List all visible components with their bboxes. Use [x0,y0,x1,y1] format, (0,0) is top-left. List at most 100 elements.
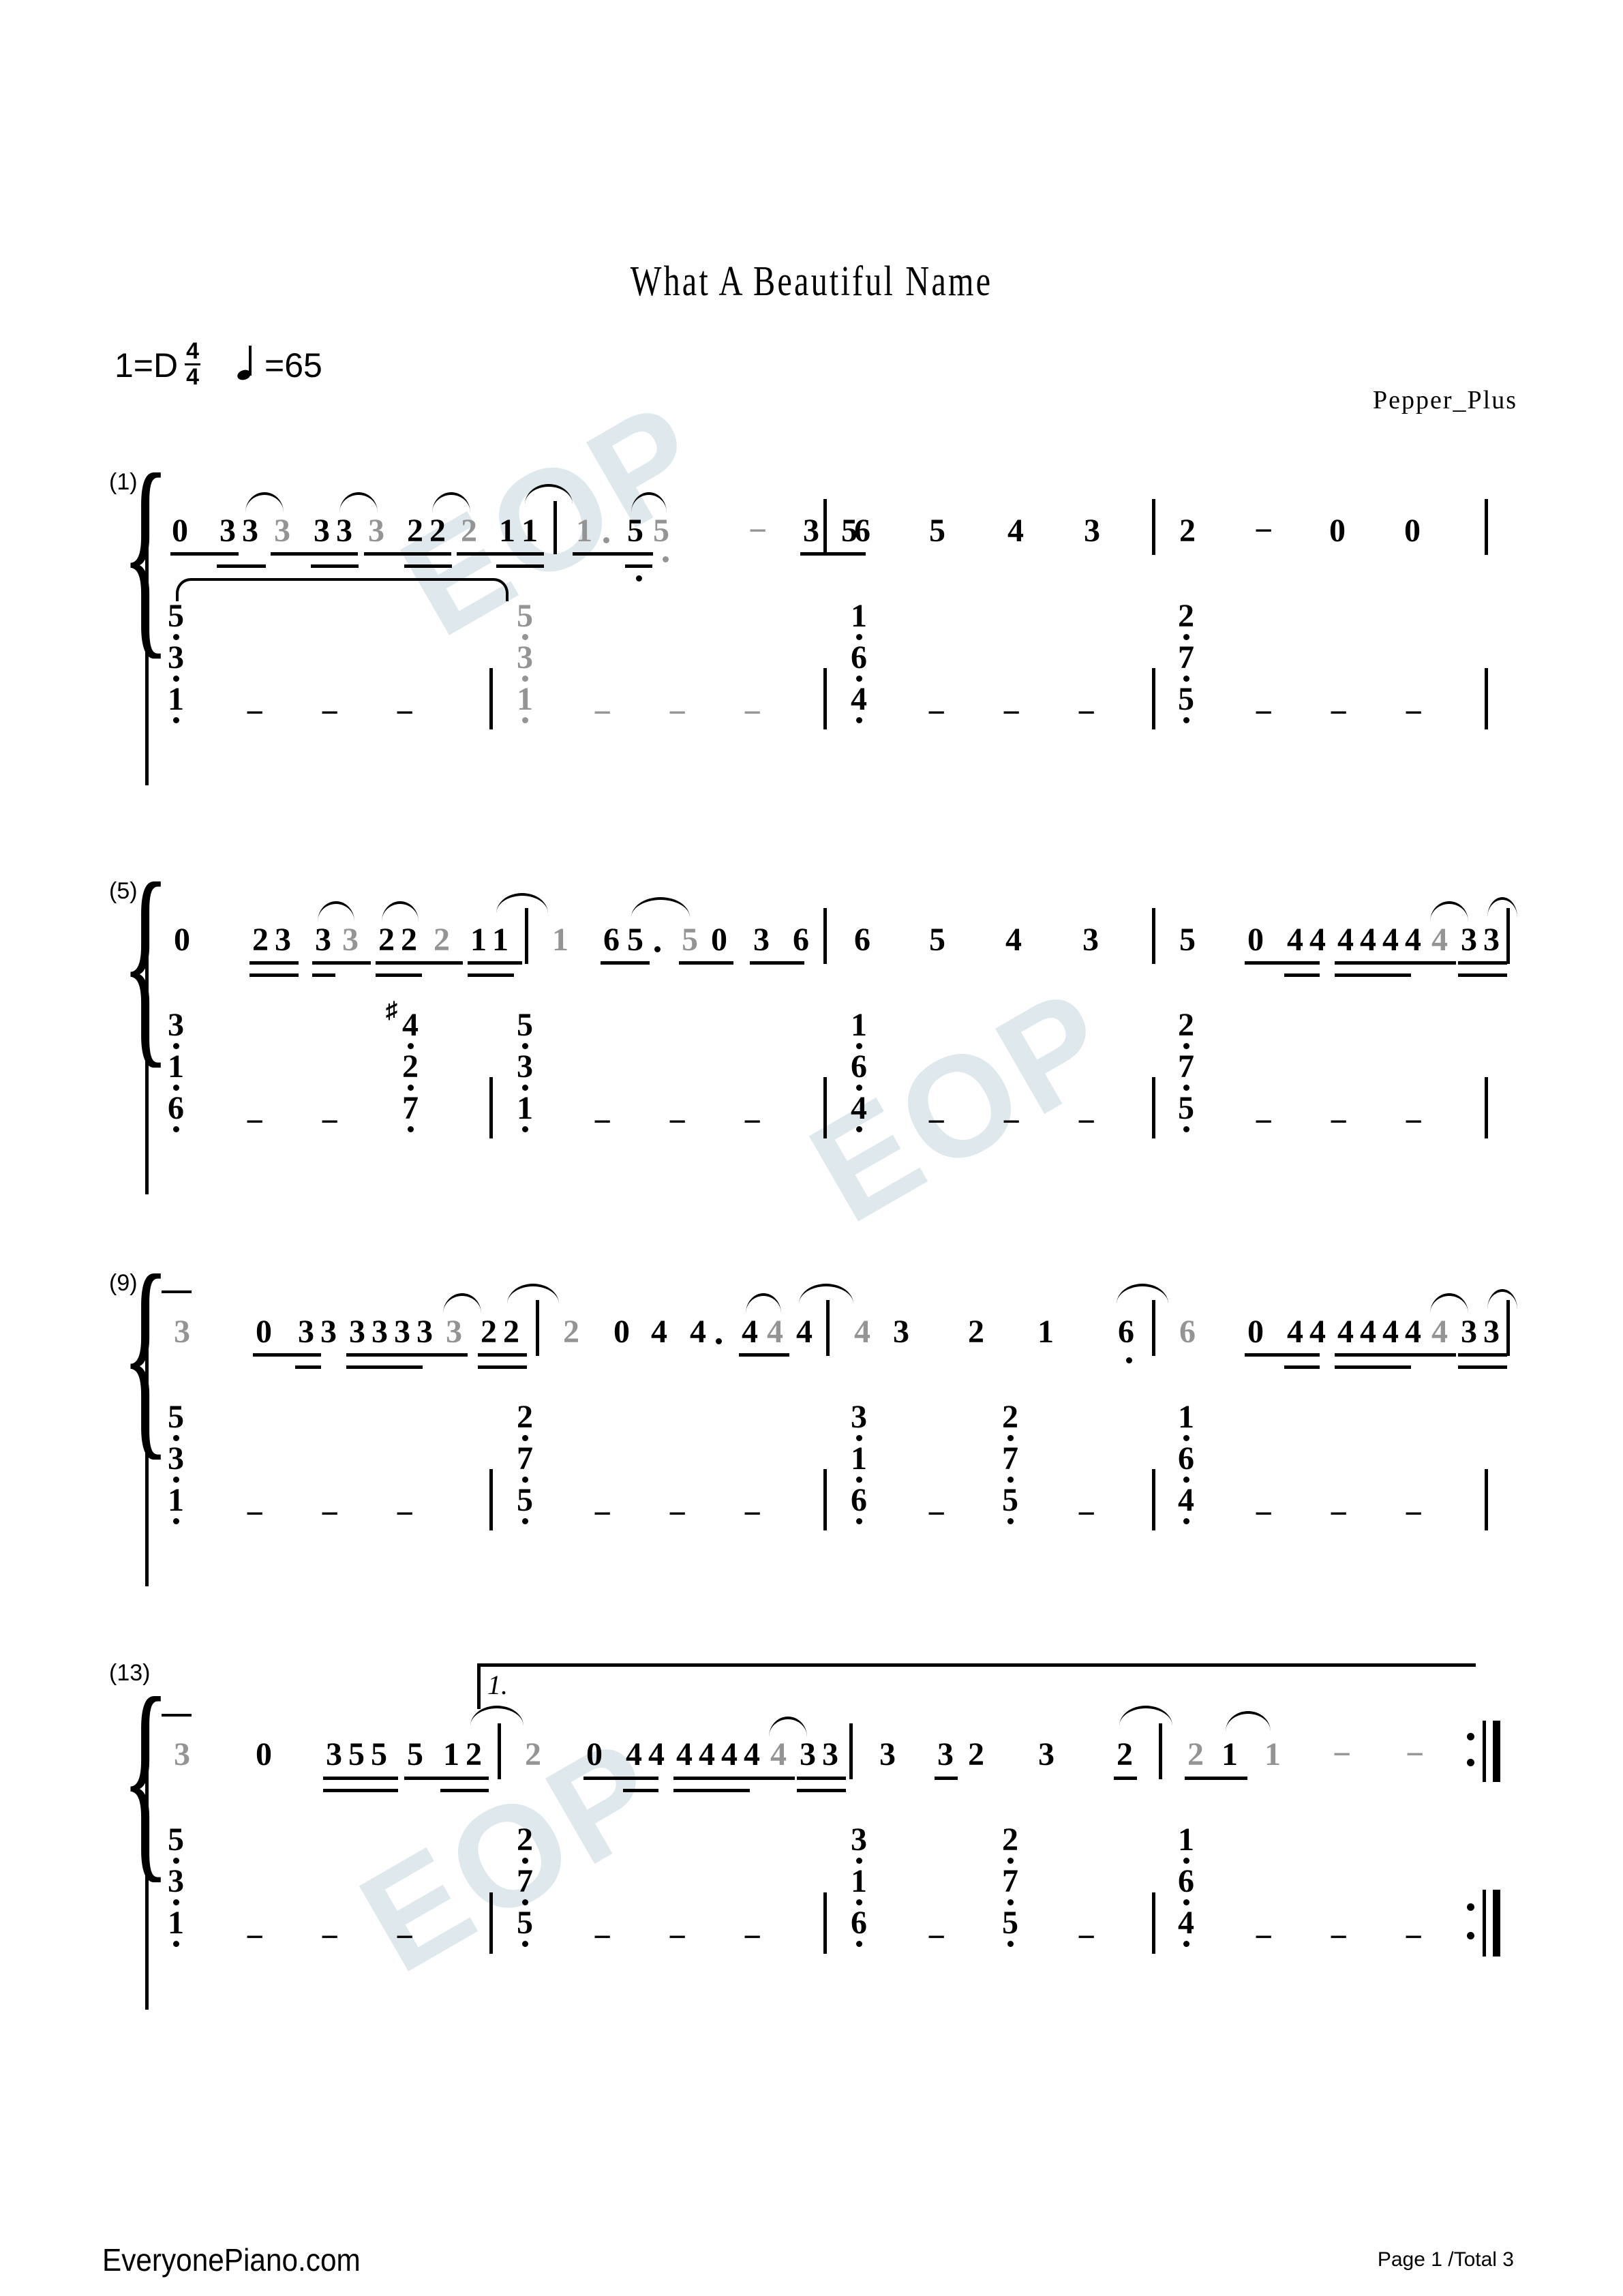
duration-dash: − [245,1496,264,1532]
beam [376,973,422,977]
note: − [748,513,768,549]
system-start-barline [145,1300,149,1586]
note: 4 [770,1736,787,1772]
duration-dash: − [593,1496,612,1532]
chord-note: 6 [851,639,867,676]
duration-dash: − [245,1104,264,1140]
note: 2 [1117,1736,1133,1772]
beam [346,1365,423,1369]
chord-note: 2 [517,1822,533,1858]
chord-stack: 2 7 5 [517,1824,533,1947]
chord-note: 1 [168,1048,184,1085]
key-signature: 1=D [115,346,179,385]
beam [468,961,522,965]
note: 6 [1179,1314,1196,1350]
note: 3 [1082,922,1099,958]
chord-note: 1 [1178,1822,1194,1858]
music-system-1: (1) { 0 3 3 3 3 3 3 2 2 2 1 1 1 5 5 − 3 … [0,441,1623,818]
note: 3 [242,513,258,549]
barline [1485,1077,1488,1138]
note: 3 [342,922,359,958]
note: 3 [937,1736,954,1772]
time-signature: 4 4 [185,339,201,389]
note: 0 [711,922,727,958]
duration-dash: − [1254,1104,1273,1140]
chord-note: 1 [851,1440,867,1477]
duration-dash: − [1329,695,1348,731]
duration-dash: − [743,1496,762,1532]
chord-note: 6 [168,1090,184,1126]
chord-note: 5 [1178,681,1194,717]
note: 1 [1264,1736,1281,1772]
note: 1 [1037,1314,1054,1350]
barline [823,1077,827,1138]
beam [311,564,359,568]
composer-credit: Pepper_Plus [1373,386,1517,414]
note: 4 [1431,922,1448,958]
note: 4 [626,1736,642,1772]
tempo-marking: =65 [264,346,322,385]
octave-dot-low [636,575,642,581]
duration-dash: − [668,1496,687,1532]
note: 2 [968,1736,984,1772]
note: 4 [676,1736,693,1772]
note: 3 [314,513,330,549]
chord-note: 2 [517,1399,533,1435]
octave-dot-low [663,556,669,562]
octave-dot-low [522,717,528,723]
beam [679,961,733,965]
duration-dash: − [927,1104,946,1140]
slur [525,484,573,504]
note: 2 [563,1314,579,1350]
chord-note: 5 [168,1399,184,1435]
beam [323,1777,398,1780]
chord-stack: 3 1 6 [851,1401,867,1524]
beam [797,1777,846,1780]
beam [1245,1353,1320,1357]
note: − [1333,1736,1352,1772]
beam [364,552,451,556]
beam [217,564,266,568]
chord-stack: ♯ 4 2 7 [386,999,419,1132]
duration-dash: − [743,695,762,731]
note: 4 [699,1736,715,1772]
duration-dash: − [743,1919,762,1955]
barline [489,1077,493,1138]
octave-dot-low [1183,717,1189,723]
octave-dot-low [856,1941,862,1947]
beam [440,1789,489,1792]
note: 1 [576,513,592,549]
barline [1152,908,1155,964]
note: 3 [275,922,291,958]
note: 2 [503,1314,519,1350]
note: 5 [929,513,945,549]
chord-note: 5 [517,1007,533,1043]
note: 6 [854,513,870,549]
duration-dash: − [320,1496,339,1532]
system-start-barline [145,1723,149,2010]
note: 3 [822,1736,838,1772]
site-footer-link[interactable]: EveryonePiano.com [102,2241,361,2278]
slur [443,1293,481,1314]
note: 3 [803,513,819,549]
repeat-thin-barline [1483,1721,1486,1782]
beam [376,961,463,965]
note: 2 [1187,1736,1204,1772]
beam [1245,961,1320,965]
barline [1485,668,1488,729]
duration-dash: − [593,1104,612,1140]
chord-note: 3 [517,639,533,676]
barline [553,501,557,554]
note: 0 [1329,513,1346,549]
chord-note: 3 [168,1440,184,1477]
octave-dot-low [173,717,179,723]
chord-note: 7 [517,1863,533,1899]
duration-dash: − [1329,1919,1348,1955]
note: 1 [499,513,515,549]
chord-note: 6 [851,1482,867,1518]
chord-note: 4 [1178,1482,1194,1518]
note: 0 [1247,1314,1264,1350]
duration-dash: − [320,1104,339,1140]
note: 3 [1038,1736,1055,1772]
beam [478,1353,527,1357]
